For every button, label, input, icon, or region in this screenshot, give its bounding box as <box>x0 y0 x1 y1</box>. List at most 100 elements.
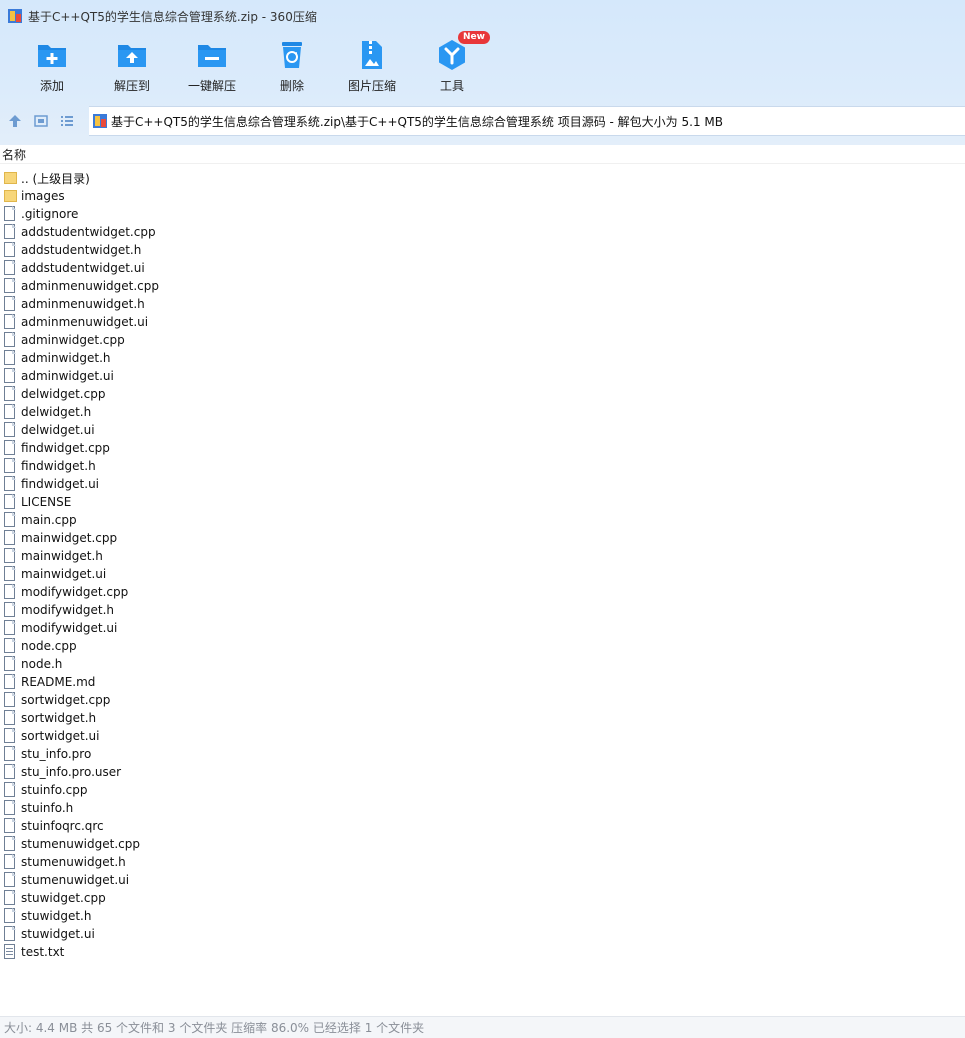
list-item[interactable]: modifywidget.h <box>0 601 965 619</box>
status-bar: 大小: 4.4 MB 共 65 个文件和 3 个文件夹 压缩率 86.0% 已经… <box>0 1016 965 1038</box>
list-item[interactable]: delwidget.h <box>0 403 965 421</box>
list-item[interactable]: adminmenuwidget.h <box>0 295 965 313</box>
list-item[interactable]: adminwidget.h <box>0 349 965 367</box>
list-item[interactable]: delwidget.cpp <box>0 385 965 403</box>
file-name: mainwidget.cpp <box>21 531 118 545</box>
file-icon <box>4 242 18 258</box>
list-item[interactable]: findwidget.ui <box>0 475 965 493</box>
list-item[interactable]: main.cpp <box>0 511 965 529</box>
file-name: findwidget.ui <box>21 477 100 491</box>
file-icon <box>4 476 18 492</box>
file-icon <box>4 368 18 384</box>
file-icon <box>4 782 18 798</box>
file-icon <box>4 800 18 816</box>
file-name: .gitignore <box>21 207 79 221</box>
list-item[interactable]: stumenuwidget.h <box>0 853 965 871</box>
file-icon <box>4 512 18 528</box>
list-item[interactable]: sortwidget.cpp <box>0 691 965 709</box>
list-item[interactable]: adminwidget.ui <box>0 367 965 385</box>
tools-button[interactable]: New 工具 <box>414 31 490 98</box>
list-item[interactable]: node.h <box>0 655 965 673</box>
file-icon <box>4 206 18 222</box>
add-folder-icon <box>35 38 69 72</box>
add-button[interactable]: 添加 <box>14 38 90 98</box>
list-item[interactable]: test.txt <box>0 943 965 961</box>
file-name: sortwidget.cpp <box>21 693 111 707</box>
file-name: images <box>21 189 65 203</box>
image-compress-icon <box>355 38 389 72</box>
list-item[interactable]: sortwidget.h <box>0 709 965 727</box>
list-item[interactable]: adminmenuwidget.cpp <box>0 277 965 295</box>
list-item[interactable]: stu_info.pro.user <box>0 763 965 781</box>
file-name: adminmenuwidget.cpp <box>21 279 159 293</box>
list-item[interactable]: addstudentwidget.ui <box>0 259 965 277</box>
file-name: adminmenuwidget.h <box>21 297 145 311</box>
file-icon <box>4 818 18 834</box>
file-name: node.cpp <box>21 639 77 653</box>
image-compress-button[interactable]: 图片压缩 <box>334 38 410 98</box>
thumbnail-view-button[interactable] <box>30 110 52 132</box>
list-item[interactable]: addstudentwidget.cpp <box>0 223 965 241</box>
file-name: delwidget.cpp <box>21 387 106 401</box>
list-item[interactable]: sortwidget.ui <box>0 727 965 745</box>
file-icon <box>4 386 18 402</box>
list-item[interactable]: mainwidget.cpp <box>0 529 965 547</box>
up-level-button[interactable] <box>4 110 26 132</box>
list-item[interactable]: stu_info.pro <box>0 745 965 763</box>
list-item[interactable]: stuwidget.cpp <box>0 889 965 907</box>
delete-button[interactable]: 删除 <box>254 38 330 98</box>
column-header-name[interactable]: 名称 <box>0 146 965 164</box>
file-name: modifywidget.h <box>21 603 114 617</box>
file-name: README.md <box>21 675 96 689</box>
file-name: adminwidget.cpp <box>21 333 125 347</box>
file-name: stuinfo.h <box>21 801 74 815</box>
text-file-icon <box>4 944 18 960</box>
file-icon <box>4 278 18 294</box>
list-item[interactable]: mainwidget.h <box>0 547 965 565</box>
arrow-up-icon <box>9 115 21 127</box>
list-item[interactable]: stuwidget.ui <box>0 925 965 943</box>
list-item[interactable]: findwidget.h <box>0 457 965 475</box>
list-item[interactable]: .. (上级目录) <box>0 169 965 187</box>
file-icon <box>4 350 18 366</box>
extract-to-button[interactable]: 解压到 <box>94 38 170 98</box>
list-item[interactable]: LICENSE <box>0 493 965 511</box>
list-item[interactable]: mainwidget.ui <box>0 565 965 583</box>
tools-label: 工具 <box>439 79 464 93</box>
image-compress-label: 图片压缩 <box>347 79 396 93</box>
toolbar: 添加 解压到 一键解压 删除 图片压缩 New 工具 <box>14 31 494 98</box>
file-icon <box>4 854 18 870</box>
file-icon <box>4 548 18 564</box>
list-item[interactable]: delwidget.ui <box>0 421 965 439</box>
file-name: stu_info.pro <box>21 747 92 761</box>
list-item[interactable]: stumenuwidget.ui <box>0 871 965 889</box>
list-item[interactable]: modifywidget.ui <box>0 619 965 637</box>
list-item[interactable]: stuinfo.h <box>0 799 965 817</box>
list-item[interactable]: images <box>0 187 965 205</box>
list-item[interactable]: adminwidget.cpp <box>0 331 965 349</box>
list-item[interactable]: README.md <box>0 673 965 691</box>
list-item[interactable]: stuwidget.h <box>0 907 965 925</box>
file-name: stuwidget.h <box>21 909 92 923</box>
file-icon <box>4 926 18 942</box>
list-item[interactable]: findwidget.cpp <box>0 439 965 457</box>
list-item[interactable]: stumenuwidget.cpp <box>0 835 965 853</box>
one-click-extract-icon <box>195 38 229 72</box>
file-icon <box>4 422 18 438</box>
file-list: .. (上级目录) images .gitignore addstudentwidge… <box>0 169 965 961</box>
extract-to-label: 解压到 <box>113 79 150 93</box>
list-item[interactable]: adminmenuwidget.ui <box>0 313 965 331</box>
file-icon <box>4 602 18 618</box>
list-item[interactable]: modifywidget.cpp <box>0 583 965 601</box>
file-name: adminmenuwidget.ui <box>21 315 149 329</box>
list-view-button[interactable] <box>56 110 78 132</box>
list-item[interactable]: stuinfo.cpp <box>0 781 965 799</box>
file-name: delwidget.ui <box>21 423 95 437</box>
list-item[interactable]: node.cpp <box>0 637 965 655</box>
list-item[interactable]: addstudentwidget.h <box>0 241 965 259</box>
list-item[interactable]: .gitignore <box>0 205 965 223</box>
one-click-extract-button[interactable]: 一键解压 <box>174 38 250 98</box>
title-bar: 基于C++QT5的学生信息综合管理系统.zip - 360压缩 <box>8 6 317 26</box>
address-bar[interactable]: 基于C++QT5的学生信息综合管理系统.zip\基于C++QT5的学生信息综合管… <box>89 106 965 136</box>
list-item[interactable]: stuinfoqrc.qrc <box>0 817 965 835</box>
